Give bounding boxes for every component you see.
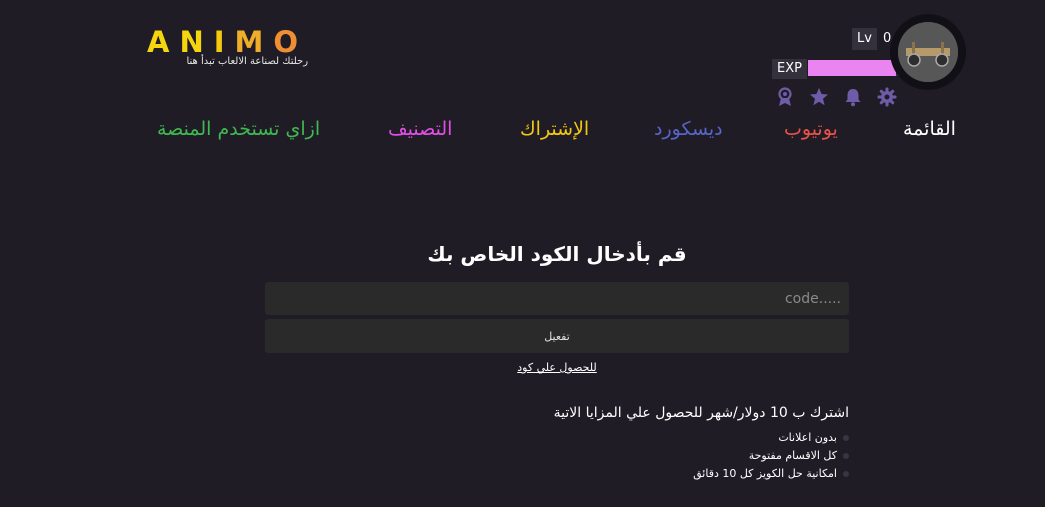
benefit-label: امكانية حل الكويز كل 10 دقائق bbox=[693, 467, 837, 480]
nav-item-discord[interactable]: ديسكورد bbox=[654, 118, 723, 140]
get-code-link[interactable]: للحصول علي كود bbox=[265, 361, 849, 374]
logo-letter: M bbox=[234, 25, 274, 59]
main-nav: القائمة يوتيوب ديسكورد الإشتراك التصنيف … bbox=[0, 118, 1045, 148]
bell-icon[interactable] bbox=[842, 86, 864, 108]
user-profile-widget: Lv 0 EXP /1 bbox=[770, 12, 970, 112]
list-item: امكانية حل الكويز كل 10 دقائق bbox=[449, 466, 849, 482]
logo-letter: A bbox=[147, 25, 180, 59]
bullet-icon bbox=[843, 453, 849, 459]
nav-item-how-to-use[interactable]: ازاي تستخدم المنصة bbox=[157, 118, 320, 140]
redeem-code-section: قم بأدخال الكود الخاص بك تفعيل للحصول عل… bbox=[265, 240, 849, 374]
bullet-icon bbox=[843, 471, 849, 477]
benefit-label: بدون اعلانات bbox=[778, 431, 837, 444]
exp-progress-fill bbox=[808, 60, 897, 76]
avatar-image bbox=[898, 22, 958, 82]
code-input[interactable] bbox=[265, 282, 849, 315]
activate-button[interactable]: تفعيل bbox=[265, 319, 849, 353]
logo-letter: N bbox=[179, 25, 214, 59]
exp-row: EXP bbox=[772, 59, 807, 79]
level-label: Lv bbox=[852, 28, 877, 50]
gear-icon[interactable] bbox=[876, 86, 898, 108]
nav-item-subscription[interactable]: الإشتراك bbox=[520, 118, 589, 140]
nav-item-ranking[interactable]: التصنيف bbox=[388, 118, 452, 140]
logo-wordmark: A N I M O bbox=[147, 26, 308, 58]
logo-letter: I bbox=[213, 25, 235, 59]
logo-letter: O bbox=[273, 25, 309, 59]
exp-label: EXP bbox=[772, 59, 807, 79]
subscription-info: اشترك ب 10 دولار/شهر للحصول علي المزايا … bbox=[449, 404, 849, 484]
award-icon[interactable] bbox=[774, 86, 796, 108]
bullet-icon bbox=[843, 435, 849, 441]
list-item: كل الاقسام مفتوحة bbox=[449, 448, 849, 464]
logo[interactable]: A N I M O رحلتك لصناعة الالعاب تبدأ هنا bbox=[147, 26, 308, 67]
avatar[interactable] bbox=[890, 14, 966, 90]
benefit-label: كل الاقسام مفتوحة bbox=[748, 449, 837, 462]
nav-item-youtube[interactable]: يوتيوب bbox=[784, 118, 838, 140]
redeem-heading: قم بأدخال الكود الخاص بك bbox=[427, 242, 687, 266]
benefits-list: بدون اعلانات كل الاقسام مفتوحة امكانية ح… bbox=[449, 430, 849, 482]
profile-icons bbox=[774, 86, 898, 108]
list-item: بدون اعلانات bbox=[449, 430, 849, 446]
star-icon[interactable] bbox=[808, 86, 830, 108]
subscription-title: اشترك ب 10 دولار/شهر للحصول علي المزايا … bbox=[553, 405, 849, 421]
nav-item-menu[interactable]: القائمة bbox=[903, 118, 956, 140]
